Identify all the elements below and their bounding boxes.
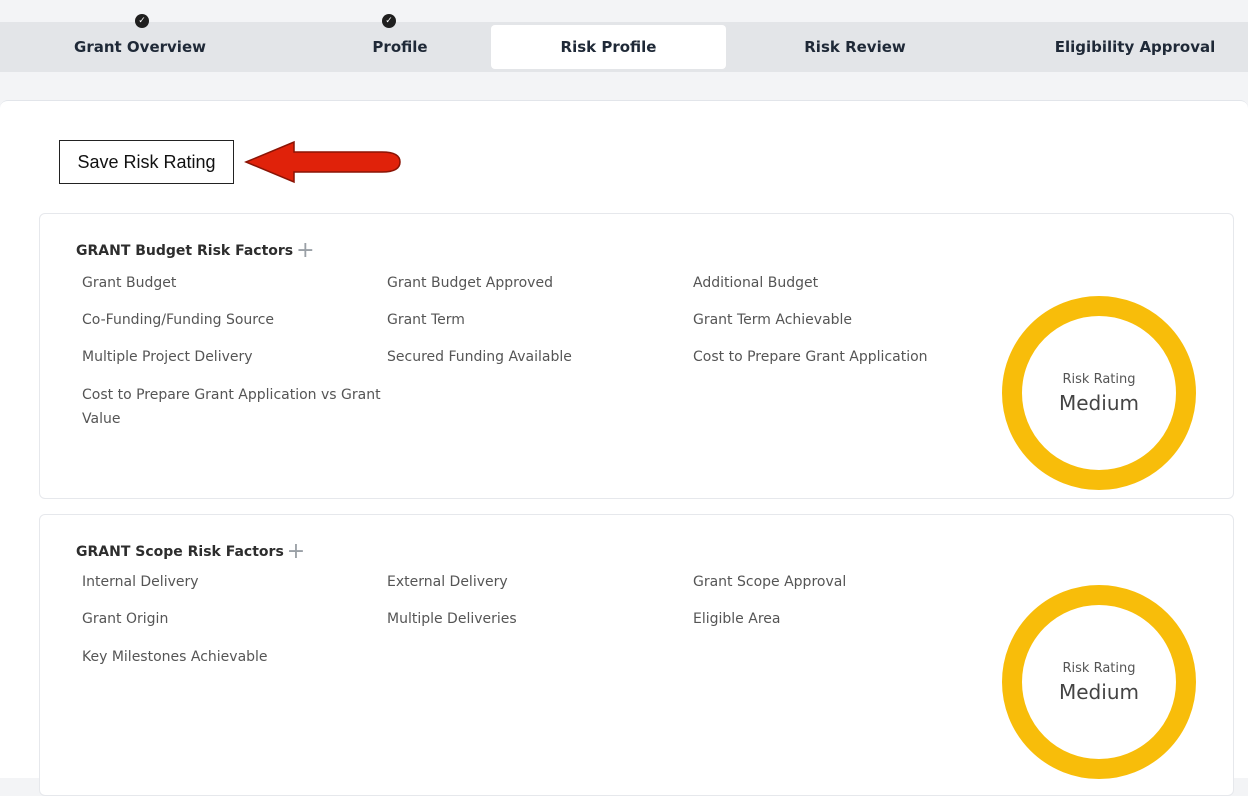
- section-title: GRANT Scope Risk Factors +: [76, 541, 305, 563]
- tab-label: Risk Profile: [560, 38, 657, 56]
- plus-icon[interactable]: +: [287, 541, 305, 563]
- risk-rating-ring: Risk Rating Medium: [1002, 296, 1196, 490]
- tab-risk-review[interactable]: Risk Review: [755, 22, 955, 72]
- risk-rating-label: Risk Rating: [1062, 660, 1136, 676]
- factor-label[interactable]: Secured Funding Available: [387, 345, 572, 369]
- tab-label: Risk Review: [804, 38, 906, 56]
- check-icon: ✓: [135, 14, 149, 28]
- risk-rating-value: Medium: [1059, 679, 1139, 704]
- factor-label[interactable]: Grant Term Achievable: [693, 308, 852, 332]
- factor-label[interactable]: Grant Origin: [82, 607, 168, 631]
- tab-label: Eligibility Approval: [1054, 38, 1216, 56]
- factor-label[interactable]: Cost to Prepare Grant Application vs Gra…: [82, 383, 382, 431]
- risk-rating-label: Risk Rating: [1062, 371, 1136, 387]
- factor-label[interactable]: Additional Budget: [693, 271, 818, 295]
- factor-label[interactable]: Key Milestones Achievable: [82, 645, 268, 669]
- save-risk-rating-button[interactable]: Save Risk Rating: [59, 140, 234, 184]
- factor-label[interactable]: Grant Scope Approval: [693, 570, 846, 594]
- section-title: GRANT Budget Risk Factors +: [76, 240, 315, 262]
- factor-label[interactable]: Grant Budget: [82, 271, 176, 295]
- tab-risk-profile[interactable]: Risk Profile: [491, 25, 726, 69]
- scope-risk-card: GRANT Scope Risk Factors + Internal Deli…: [39, 514, 1234, 796]
- factor-label[interactable]: Multiple Project Delivery: [82, 345, 253, 369]
- section-title-text: GRANT Scope Risk Factors: [76, 544, 284, 560]
- tab-label: Grant Overview: [74, 38, 206, 56]
- check-icon: ✓: [382, 14, 396, 28]
- plus-icon[interactable]: +: [296, 240, 314, 262]
- tab-grant-overview[interactable]: Grant Overview: [40, 22, 240, 72]
- factor-label[interactable]: Eligible Area: [693, 607, 780, 631]
- factor-label[interactable]: Grant Term: [387, 308, 465, 332]
- tab-label: Profile: [372, 38, 428, 56]
- save-button-label: Save Risk Rating: [77, 151, 216, 172]
- step-tab-bar: Grant Overview Profile Risk Profile Risk…: [0, 22, 1248, 72]
- factor-label[interactable]: Grant Budget Approved: [387, 271, 553, 295]
- budget-risk-card: GRANT Budget Risk Factors + Grant Budget…: [39, 213, 1234, 499]
- risk-rating-ring: Risk Rating Medium: [1002, 585, 1196, 779]
- factor-label[interactable]: Internal Delivery: [82, 570, 199, 594]
- red-arrow-annotation: [244, 140, 401, 184]
- risk-rating-value: Medium: [1059, 390, 1139, 415]
- factor-label[interactable]: Co-Funding/Funding Source: [82, 308, 274, 332]
- tab-profile[interactable]: Profile: [300, 22, 500, 72]
- factor-label[interactable]: Multiple Deliveries: [387, 607, 517, 631]
- tab-eligibility-approval[interactable]: Eligibility Approval: [1030, 22, 1240, 72]
- factor-label[interactable]: Cost to Prepare Grant Application: [693, 345, 928, 369]
- section-title-text: GRANT Budget Risk Factors: [76, 243, 294, 259]
- factor-label[interactable]: External Delivery: [387, 570, 508, 594]
